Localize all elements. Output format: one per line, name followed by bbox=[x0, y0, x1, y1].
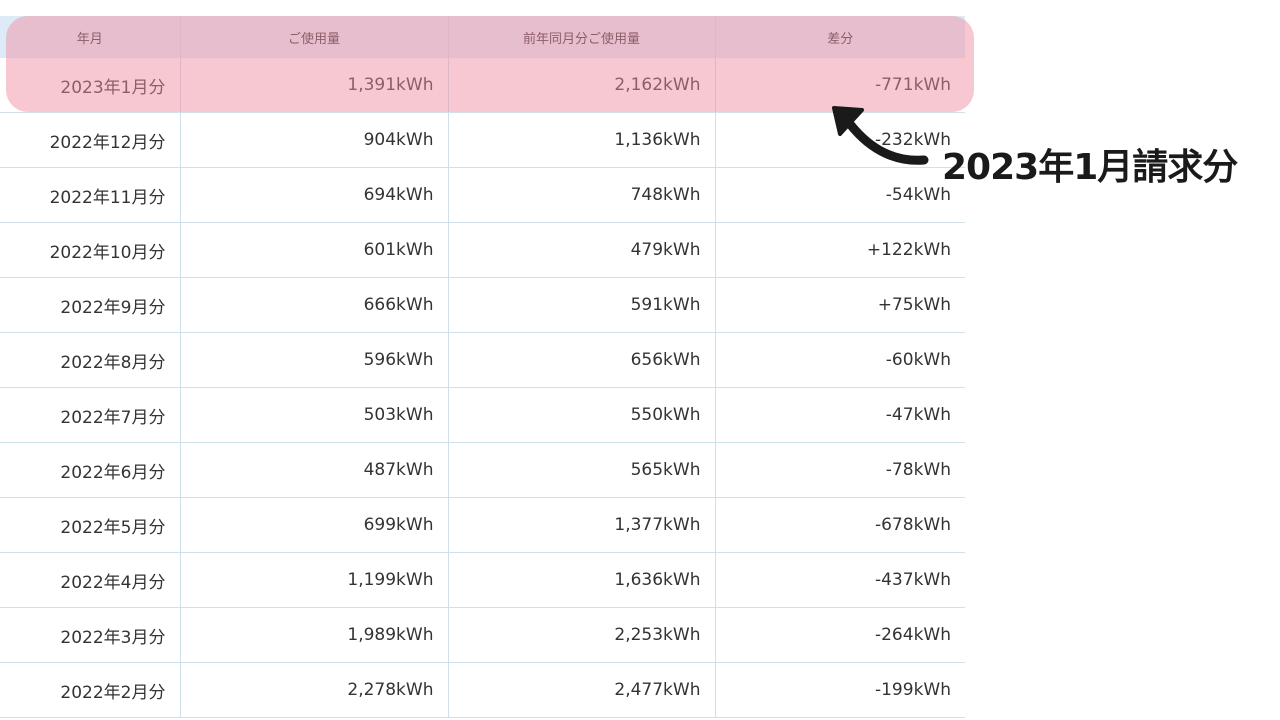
cell-usage: 601kWh bbox=[179, 222, 448, 278]
cell-prev-year-usage: 2,253kWh bbox=[447, 607, 715, 663]
cell-usage: 904kWh bbox=[179, 112, 448, 168]
cell-difference: +122kWh bbox=[714, 222, 965, 278]
cell-prev-year-usage: 748kWh bbox=[447, 167, 715, 223]
table-row: 2022年2月分 2,278kWh 2,477kWh -199kWh bbox=[0, 662, 965, 718]
cell-prev-year-usage: 2,162kWh bbox=[447, 58, 715, 113]
cell-month: 2022年10月分 bbox=[0, 222, 180, 278]
cell-difference: -60kWh bbox=[714, 332, 965, 388]
cell-difference: -78kWh bbox=[714, 442, 965, 498]
cell-usage: 1,391kWh bbox=[179, 58, 448, 113]
table-row: 2022年4月分 1,199kWh 1,636kWh -437kWh bbox=[0, 552, 965, 608]
cell-month: 2022年5月分 bbox=[0, 497, 180, 553]
cell-month: 2022年9月分 bbox=[0, 277, 180, 333]
table-row: 2022年9月分 666kWh 591kWh +75kWh bbox=[0, 277, 965, 333]
cell-month: 2022年11月分 bbox=[0, 167, 180, 223]
cell-month: 2022年2月分 bbox=[0, 662, 180, 718]
cell-prev-year-usage: 591kWh bbox=[447, 277, 715, 333]
cell-prev-year-usage: 656kWh bbox=[447, 332, 715, 388]
cell-month: 2022年3月分 bbox=[0, 607, 180, 663]
table-row: 2022年5月分 699kWh 1,377kWh -678kWh bbox=[0, 497, 965, 553]
cell-difference: -437kWh bbox=[714, 552, 965, 608]
table-row: 2022年7月分 503kWh 550kWh -47kWh bbox=[0, 387, 965, 443]
header-prev-year-usage: 前年同月分ご使用量 bbox=[447, 16, 715, 58]
cell-usage: 596kWh bbox=[179, 332, 448, 388]
cell-difference: -678kWh bbox=[714, 497, 965, 553]
annotation-label: 2023年1月請求分 bbox=[942, 147, 1238, 188]
cell-month: 2022年7月分 bbox=[0, 387, 180, 443]
cell-usage: 694kWh bbox=[179, 167, 448, 223]
cell-month: 2023年1月分 bbox=[0, 58, 180, 113]
cell-month: 2022年6月分 bbox=[0, 442, 180, 498]
cell-usage: 1,989kWh bbox=[179, 607, 448, 663]
cell-difference: -199kWh bbox=[714, 662, 965, 718]
cell-month: 2022年8月分 bbox=[0, 332, 180, 388]
cell-usage: 503kWh bbox=[179, 387, 448, 443]
cell-month: 2022年12月分 bbox=[0, 112, 180, 168]
cell-prev-year-usage: 565kWh bbox=[447, 442, 715, 498]
cell-month: 2022年4月分 bbox=[0, 552, 180, 608]
table-row: 2022年6月分 487kWh 565kWh -78kWh bbox=[0, 442, 965, 498]
cell-usage: 487kWh bbox=[179, 442, 448, 498]
cell-prev-year-usage: 479kWh bbox=[447, 222, 715, 278]
cell-prev-year-usage: 550kWh bbox=[447, 387, 715, 443]
cell-difference: -264kWh bbox=[714, 607, 965, 663]
cell-prev-year-usage: 1,636kWh bbox=[447, 552, 715, 608]
cell-usage: 699kWh bbox=[179, 497, 448, 553]
header-month: 年月 bbox=[0, 16, 180, 58]
table-row: 2022年3月分 1,989kWh 2,253kWh -264kWh bbox=[0, 607, 965, 663]
stage: 年月 ご使用量 前年同月分ご使用量 差分 2023年1月分 1,391kWh 2… bbox=[0, 0, 1280, 720]
cell-difference: +75kWh bbox=[714, 277, 965, 333]
cell-usage: 666kWh bbox=[179, 277, 448, 333]
header-usage: ご使用量 bbox=[179, 16, 448, 58]
table-row: 2022年8月分 596kWh 656kWh -60kWh bbox=[0, 332, 965, 388]
header-difference: 差分 bbox=[714, 16, 965, 58]
table-header-row: 年月 ご使用量 前年同月分ご使用量 差分 bbox=[0, 16, 965, 58]
cell-usage: 2,278kWh bbox=[179, 662, 448, 718]
curved-arrow-icon bbox=[832, 106, 929, 165]
cell-prev-year-usage: 2,477kWh bbox=[447, 662, 715, 718]
table-row: 2022年10月分 601kWh 479kWh +122kWh bbox=[0, 222, 965, 278]
cell-prev-year-usage: 1,377kWh bbox=[447, 497, 715, 553]
cell-difference: -47kWh bbox=[714, 387, 965, 443]
cell-prev-year-usage: 1,136kWh bbox=[447, 112, 715, 168]
cell-usage: 1,199kWh bbox=[179, 552, 448, 608]
